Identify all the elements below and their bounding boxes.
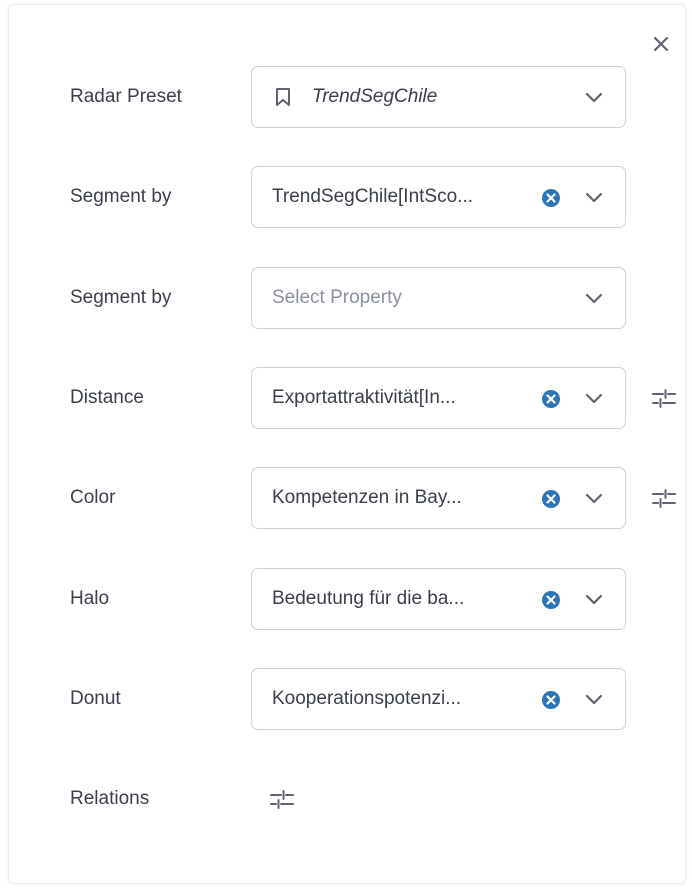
clear-icon[interactable] bbox=[541, 690, 561, 710]
segment-by-label: Segment by bbox=[70, 186, 172, 207]
chevron-down-icon[interactable] bbox=[584, 592, 604, 606]
select-property-placeholder: Select Property bbox=[272, 287, 402, 308]
clear-icon[interactable] bbox=[541, 188, 561, 208]
sliders-icon[interactable] bbox=[651, 386, 677, 410]
clear-icon[interactable] bbox=[541, 489, 561, 509]
radar-preset-value: TrendSegChile bbox=[312, 86, 438, 107]
donut-label: Donut bbox=[70, 688, 121, 709]
segment-by-value: TrendSegChile[IntSco... bbox=[272, 186, 474, 207]
relations-row: Relations bbox=[0, 768, 692, 830]
distance-row: Distance Exportattraktivität[In... bbox=[0, 367, 692, 429]
clear-icon[interactable] bbox=[541, 389, 561, 409]
radar-preset-select[interactable]: TrendSegChile bbox=[251, 66, 626, 128]
settings-panel bbox=[8, 4, 686, 884]
sliders-icon[interactable] bbox=[651, 486, 677, 510]
segment-by-label-2: Segment by bbox=[70, 287, 172, 308]
radar-preset-label: Radar Preset bbox=[70, 86, 182, 107]
halo-select[interactable]: Bedeutung für die ba... bbox=[251, 568, 626, 630]
halo-value: Bedeutung für die ba... bbox=[272, 588, 465, 609]
donut-row: Donut Kooperationspotenzi... bbox=[0, 668, 692, 730]
donut-select[interactable]: Kooperationspotenzi... bbox=[251, 668, 626, 730]
clear-icon[interactable] bbox=[541, 590, 561, 610]
bookmark-icon bbox=[274, 87, 292, 107]
segment-by-select-2[interactable]: Select Property bbox=[251, 267, 626, 329]
distance-value: Exportattraktivität[In... bbox=[272, 387, 456, 408]
chevron-down-icon[interactable] bbox=[584, 391, 604, 405]
segment-by-row: Segment by TrendSegChile[IntSco... bbox=[0, 166, 692, 228]
halo-row: Halo Bedeutung für die ba... bbox=[0, 568, 692, 630]
relations-label: Relations bbox=[70, 788, 150, 809]
distance-label: Distance bbox=[70, 387, 144, 408]
radar-preset-row: Radar Preset TrendSegChile bbox=[0, 66, 692, 128]
segment-by-row-2: Segment by Select Property bbox=[0, 267, 692, 329]
color-row: Color Kompetenzen in Bay... bbox=[0, 467, 692, 529]
distance-select[interactable]: Exportattraktivität[In... bbox=[251, 367, 626, 429]
chevron-down-icon[interactable] bbox=[584, 291, 604, 305]
chevron-down-icon[interactable] bbox=[584, 692, 604, 706]
chevron-down-icon[interactable] bbox=[584, 491, 604, 505]
halo-label: Halo bbox=[70, 588, 110, 609]
segment-by-select[interactable]: TrendSegChile[IntSco... bbox=[251, 166, 626, 228]
sliders-icon[interactable] bbox=[269, 787, 295, 811]
color-label: Color bbox=[70, 487, 116, 508]
chevron-down-icon[interactable] bbox=[584, 90, 604, 104]
color-select[interactable]: Kompetenzen in Bay... bbox=[251, 467, 626, 529]
donut-value: Kooperationspotenzi... bbox=[272, 688, 462, 709]
close-icon[interactable] bbox=[650, 33, 672, 55]
chevron-down-icon[interactable] bbox=[584, 190, 604, 204]
color-value: Kompetenzen in Bay... bbox=[272, 487, 462, 508]
